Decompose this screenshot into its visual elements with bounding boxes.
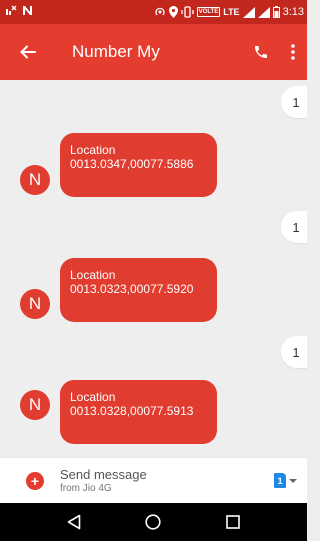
vibrate-icon — [181, 6, 194, 18]
sent-message[interactable]: 1 — [281, 211, 307, 243]
status-bar: VOLTE LTE 3:13 — [0, 0, 307, 24]
dropdown-caret-icon — [289, 478, 297, 483]
toolbar: Number My — [0, 24, 307, 80]
message-input[interactable]: Send message from Jio 4G — [60, 467, 274, 494]
back-button[interactable] — [0, 24, 56, 80]
message-line: Location — [70, 390, 116, 404]
conversation-title: Number My — [72, 42, 160, 61]
arrow-back-icon — [20, 45, 36, 59]
avatar[interactable]: N — [20, 165, 50, 195]
message-line: 0013.0323,00077.5920 — [70, 282, 194, 296]
more-options-button[interactable] — [279, 24, 307, 80]
sim-subtext: from Jio 4G — [60, 483, 112, 494]
phone-icon — [255, 46, 267, 58]
sim-card-icon: 1 — [274, 473, 286, 488]
nav-home-button[interactable] — [133, 503, 173, 541]
status-time: 3:13 — [282, 6, 304, 18]
lte-label: LTE — [223, 7, 240, 17]
message-input-placeholder: Send message — [60, 467, 147, 482]
received-message[interactable]: Location 0013.0347,00077.5886 — [60, 133, 217, 197]
signal-icon — [242, 6, 255, 18]
triangle-back-icon — [67, 514, 81, 530]
sent-message[interactable]: 1 — [281, 86, 307, 118]
nav-back-button[interactable] — [54, 503, 94, 541]
compose-bar: + Send message from Jio 4G 1 — [0, 457, 307, 503]
navigation-bar — [0, 503, 307, 541]
call-button[interactable] — [243, 24, 279, 80]
more-vert-icon — [291, 44, 295, 60]
nav-recents-button[interactable] — [213, 503, 253, 541]
volte-badge: VOLTE — [196, 7, 221, 17]
add-attachment-button[interactable]: + — [26, 471, 44, 490]
status-right: VOLTE LTE 3:13 — [154, 6, 304, 18]
received-message[interactable]: Location 0013.0328,00077.5913 — [60, 380, 217, 444]
battery-icon — [272, 6, 280, 18]
status-left — [5, 5, 33, 19]
avatar[interactable]: N — [20, 390, 50, 420]
conversation-list[interactable]: 1 N Location 0013.0347,00077.5886 1 N Lo… — [0, 80, 307, 457]
message-line: Location — [70, 268, 116, 282]
signal-icon-2 — [257, 6, 270, 18]
message-line: Location — [70, 143, 116, 157]
message-line: 0013.0328,00077.5913 — [70, 404, 194, 418]
sim-selector[interactable]: 1 — [274, 473, 297, 488]
plus-icon: + — [30, 472, 40, 489]
n-icon — [22, 5, 33, 19]
circle-home-icon — [145, 514, 162, 530]
square-recents-icon — [226, 515, 240, 529]
sent-message[interactable]: 1 — [281, 336, 307, 368]
avatar[interactable]: N — [20, 289, 50, 319]
hotspot-icon — [154, 6, 166, 18]
notification-icon — [5, 5, 17, 19]
received-message[interactable]: Location 0013.0323,00077.5920 — [60, 258, 217, 322]
message-line: 0013.0347,00077.5886 — [70, 157, 194, 171]
location-icon — [168, 6, 178, 18]
